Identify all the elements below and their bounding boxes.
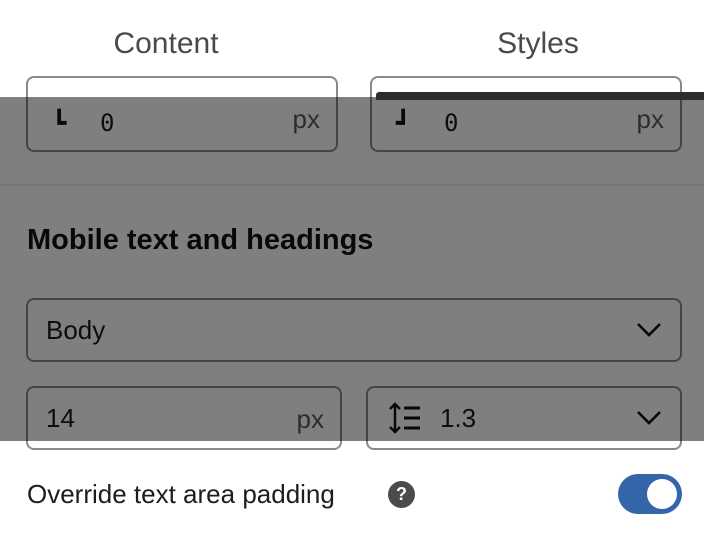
help-icon[interactable]: ? [388, 481, 415, 508]
toggle-knob [647, 479, 677, 509]
tab-content-label: Content [113, 26, 219, 60]
override-padding-label: Override text area padding [27, 479, 335, 509]
tab-styles-label: Styles [497, 26, 579, 60]
help-icon-glyph: ? [396, 484, 407, 504]
override-padding-toggle[interactable] [618, 474, 682, 514]
active-tab-indicator [376, 92, 704, 100]
modal-overlay[interactable] [0, 97, 704, 441]
